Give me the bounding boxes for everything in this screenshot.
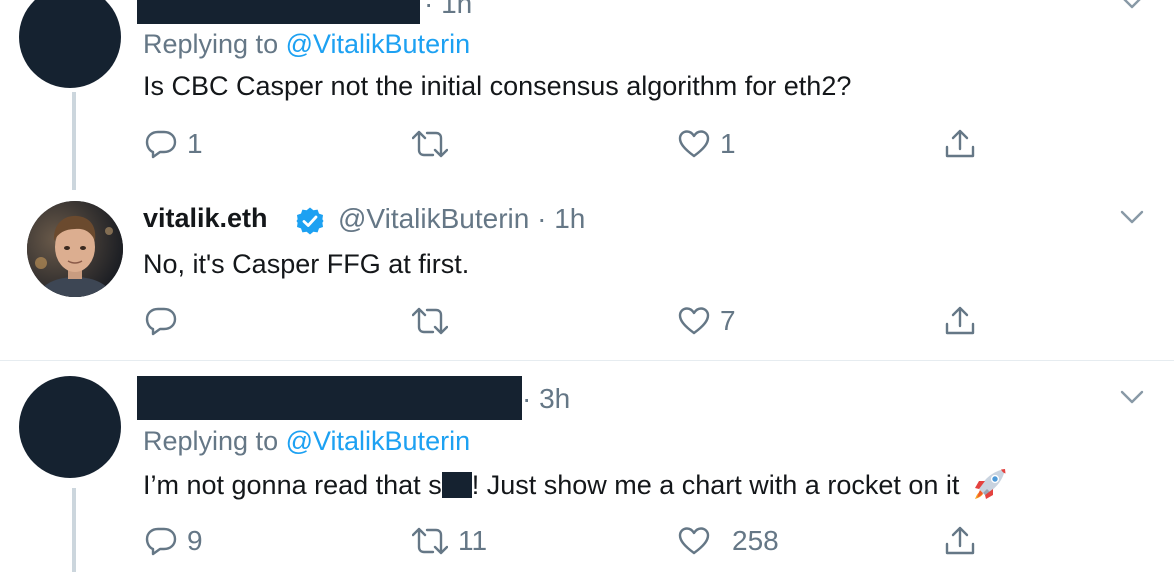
like-count: 258 (732, 525, 779, 556)
reply-icon (145, 128, 177, 160)
avatar[interactable] (19, 0, 121, 88)
like-icon (678, 525, 710, 557)
reply-count: 9 (187, 525, 203, 556)
replying-to-handle-link[interactable]: @VitalikButerin (286, 426, 471, 456)
retweet-count: 11 (458, 525, 488, 556)
avatar-portrait-image (27, 201, 123, 297)
retweet-button[interactable]: 11 (412, 521, 487, 561)
share-button[interactable] (944, 124, 976, 164)
thread-line (72, 92, 76, 190)
tweet-divider (0, 360, 1174, 361)
retweet-icon (412, 305, 448, 337)
display-name[interactable]: vitalik.eth (143, 203, 268, 234)
caret-down-icon[interactable] (1120, 0, 1144, 15)
redacted-username (137, 376, 522, 420)
replying-to-label: Replying to (143, 426, 286, 456)
tweet-text: No, it's Casper FFG at first. (143, 249, 470, 279)
tweet-text: I’m not gonna read that s ! Just show me … (143, 468, 1007, 507)
avatar-vitalik[interactable] (27, 201, 123, 297)
reply-button[interactable]: 9 (145, 521, 203, 561)
like-icon (678, 128, 710, 160)
reply-count: 1 (187, 128, 203, 159)
like-icon (678, 305, 710, 337)
share-icon (944, 128, 976, 160)
reply-icon (145, 305, 177, 337)
tweet-text: Is CBC Casper not the initial consensus … (143, 71, 852, 101)
tweet-text-part-2: ! Just show me a chart with a rocket on … (471, 470, 960, 500)
replying-to-handle-link[interactable]: @VitalikButerin (286, 29, 471, 59)
reply-icon (145, 525, 177, 557)
reply-button[interactable]: 1 (145, 124, 203, 164)
like-count: 7 (720, 305, 736, 336)
replying-to: Replying to @VitalikButerin (143, 29, 470, 60)
like-button[interactable]: 1 (678, 124, 736, 164)
retweet-icon (412, 525, 448, 557)
verified-badge-icon (295, 206, 325, 241)
like-button[interactable]: 7 (678, 301, 736, 341)
avatar[interactable] (19, 376, 121, 478)
caret-down-icon[interactable] (1120, 209, 1144, 230)
tweet-time: · 3h (522, 383, 571, 414)
caret-down-icon[interactable] (1120, 389, 1144, 410)
tweet-time: · 1h (424, 0, 473, 19)
retweet-button[interactable] (412, 301, 448, 341)
like-count: 1 (720, 128, 736, 159)
handle-and-time: @VitalikButerin · 1h (338, 203, 586, 234)
share-icon (944, 525, 976, 557)
like-button[interactable]: 258 (678, 521, 779, 561)
thread-line (72, 488, 76, 572)
replying-to: Replying to @VitalikButerin (143, 426, 470, 457)
share-button[interactable] (944, 301, 976, 341)
tweet-text-part-1: I’m not gonna read that s (143, 470, 442, 500)
rocket-icon (973, 468, 1007, 507)
retweet-icon (412, 128, 448, 160)
replying-to-label: Replying to (143, 29, 286, 59)
redacted-username (137, 0, 420, 24)
redacted-word (441, 472, 472, 498)
share-icon (944, 305, 976, 337)
reply-button[interactable] (145, 301, 177, 341)
retweet-button[interactable] (412, 124, 448, 164)
share-button[interactable] (944, 521, 976, 561)
